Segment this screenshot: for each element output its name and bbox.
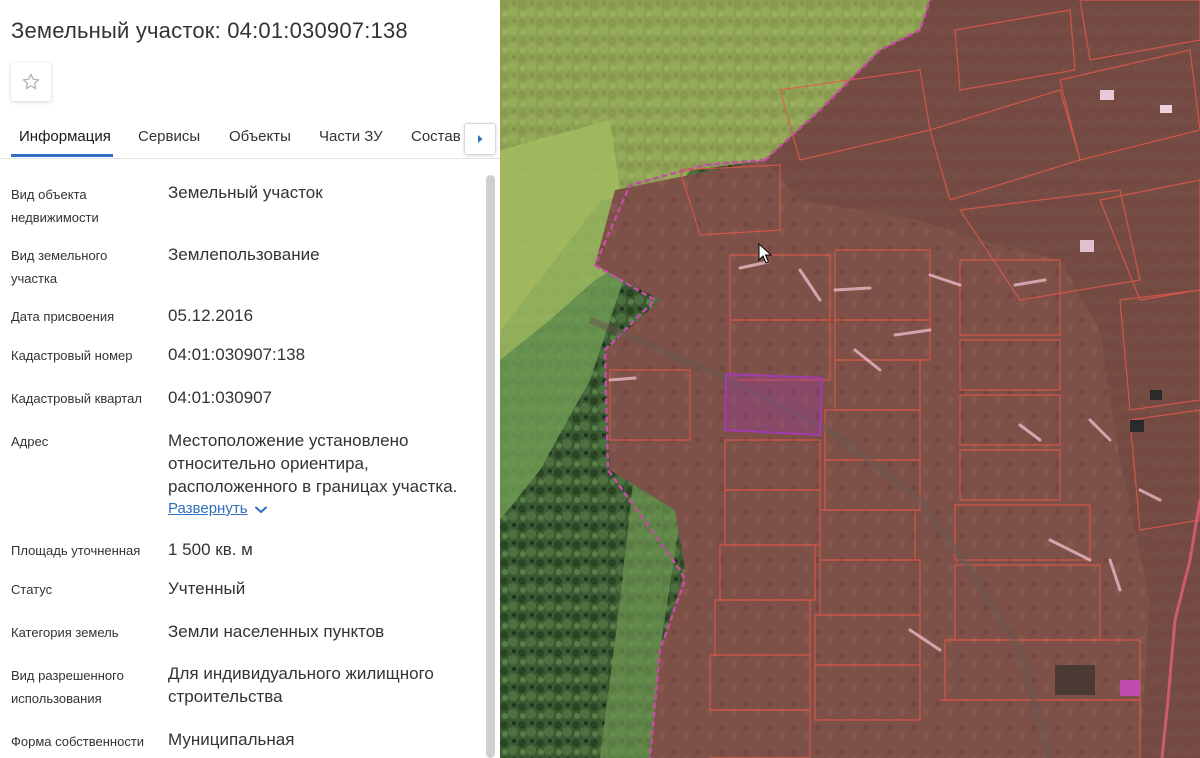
tab-bar: Информация Сервисы Объекты Части ЗУ Сост… (0, 118, 500, 159)
tab-parts[interactable]: Части ЗУ (319, 128, 383, 145)
chevron-down-icon[interactable] (254, 505, 268, 515)
favorite-button[interactable] (11, 63, 51, 101)
status-label: Статус (11, 582, 53, 597)
ownership-value: Муниципальная (168, 730, 295, 749)
cadastral-quarter-value: 04:01:030907 (168, 388, 272, 407)
caret-right-icon (478, 135, 483, 143)
permitted-use-value: Для индивидуального жилищного строительс… (168, 664, 434, 706)
scrollbar-thumb[interactable] (486, 175, 495, 758)
panel-scrollbar[interactable] (486, 175, 495, 758)
land-type-label: Вид земельного участка (11, 248, 108, 286)
object-type-label: Вид объекта недвижимости (11, 187, 99, 225)
ownership-label: Форма собственности (11, 734, 145, 749)
map-view[interactable] (500, 0, 1200, 758)
area-value: 1 500 кв. м (168, 540, 253, 559)
object-type-value: Земельный участок (168, 183, 323, 202)
mouse-cursor-icon (758, 243, 772, 264)
tab-composition[interactable]: Состав (411, 128, 461, 145)
tab-objects[interactable]: Объекты (229, 128, 291, 145)
active-tab-indicator (11, 154, 113, 157)
assignment-date-label: Дата присвоения (11, 309, 115, 324)
land-category-label: Категория земель (11, 625, 119, 640)
cadastral-number-value: 04:01:030907:138 (168, 345, 306, 364)
info-panel: Земельный участок: 04:01:030907:138 Инфо… (0, 0, 500, 758)
cadastral-quarter-label: Кадастровый квартал (11, 391, 142, 406)
expand-address-link[interactable]: Развернуть (168, 500, 248, 517)
tab-information[interactable]: Информация (19, 128, 111, 145)
permitted-use-label: Вид разрешенного использования (11, 668, 124, 706)
star-outline-icon (22, 73, 40, 90)
area-label: Площадь уточненная (11, 543, 141, 558)
land-category-value: Земли населенных пунктов (168, 622, 385, 641)
cadastral-number-label: Кадастровый номер (11, 348, 133, 363)
tab-services[interactable]: Сервисы (138, 128, 200, 145)
assignment-date-value: 05.12.2016 (168, 306, 254, 325)
satellite-map[interactable] (500, 0, 1200, 758)
status-value: Учтенный (168, 579, 246, 598)
page-title: Земельный участок: 04:01:030907:138 (11, 18, 408, 43)
tabs-scroll-right-button[interactable] (464, 123, 496, 155)
address-value: Местоположение установлено относительно … (168, 431, 458, 496)
address-label: Адрес (11, 434, 49, 449)
selected-parcel[interactable] (723, 372, 824, 437)
land-type-value: Землепользование (168, 245, 320, 264)
